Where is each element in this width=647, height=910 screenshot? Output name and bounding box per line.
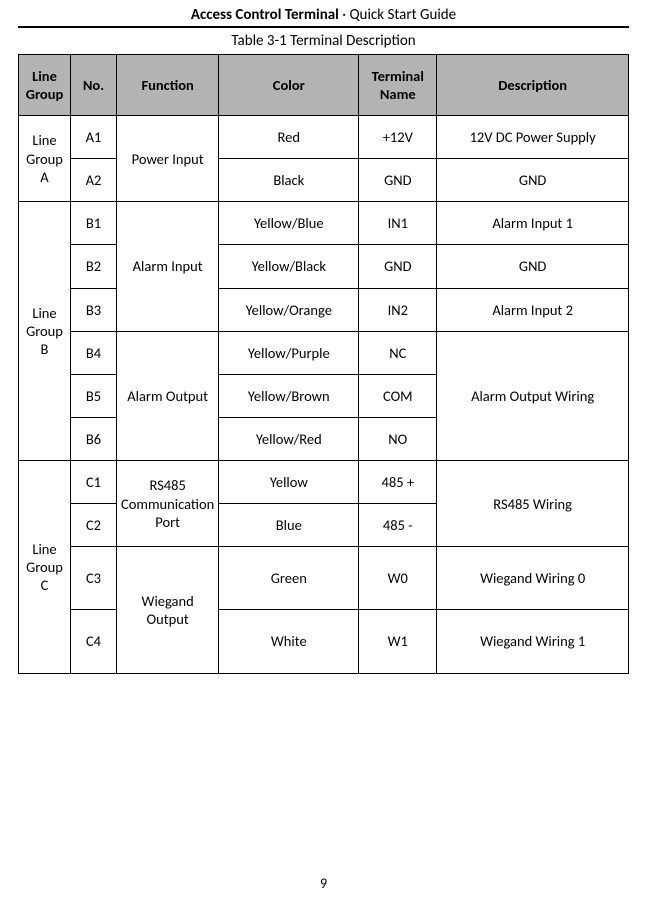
th-color: Color (219, 55, 359, 116)
cell-desc: Alarm Output Wiring (437, 331, 629, 460)
cell-color: Yellow/Red (219, 417, 359, 460)
header-sep: · (342, 6, 346, 24)
cell-color: Yellow (219, 461, 359, 504)
cell-no: B6 (71, 417, 117, 460)
cell-term: IN2 (359, 288, 437, 331)
cell-term: GND (359, 245, 437, 288)
page-header: Access Control Terminal · Quick Start Gu… (18, 6, 629, 28)
table-row: B4 Alarm Output Yellow/Purple NC Alarm O… (19, 331, 629, 374)
table-row: Line Group B B1 Alarm Input Yellow/Blue … (19, 202, 629, 245)
cell-no: A1 (71, 116, 117, 159)
cell-color: Yellow/Purple (219, 331, 359, 374)
cell-no: C4 (71, 610, 117, 673)
cell-desc: GND (437, 159, 629, 202)
table-row: B3 Yellow/Orange IN2 Alarm Input 2 (19, 288, 629, 331)
caption-label: Table 3-1 (231, 32, 286, 50)
cell-color: Red (219, 116, 359, 159)
th-no: No. (71, 55, 117, 116)
cell-func: Wiegand Output (117, 547, 219, 673)
cell-func: Alarm Input (117, 202, 219, 331)
cell-term: IN1 (359, 202, 437, 245)
cell-func: Alarm Output (117, 331, 219, 460)
cell-color: White (219, 610, 359, 673)
header-title-bold: Access Control Terminal (191, 6, 339, 24)
th-line-group: Line Group (19, 55, 71, 116)
cell-no: C2 (71, 504, 117, 547)
cell-no: B5 (71, 374, 117, 417)
cell-desc: Alarm Input 2 (437, 288, 629, 331)
th-function: Function (117, 55, 219, 116)
table-row: B2 Yellow/Black GND GND (19, 245, 629, 288)
page-number: 9 (0, 875, 647, 892)
table-row: C4 White W1 Wiegand Wiring 1 (19, 610, 629, 673)
cell-color: Yellow/Brown (219, 374, 359, 417)
cell-desc: Wiegand Wiring 0 (437, 547, 629, 610)
cell-desc: RS485 Wiring (437, 461, 629, 547)
cell-group-a: Line Group A (19, 116, 71, 202)
cell-term: NC (359, 331, 437, 374)
table-caption: Table 3-1 Terminal Description (18, 32, 629, 50)
cell-term: NO (359, 417, 437, 460)
table-header-row: Line Group No. Function Color Terminal N… (19, 55, 629, 116)
cell-desc: 12V DC Power Supply (437, 116, 629, 159)
cell-term: COM (359, 374, 437, 417)
cell-group-b: Line Group B (19, 202, 71, 461)
th-description: Description (437, 55, 629, 116)
cell-no: C3 (71, 547, 117, 610)
cell-color: Black (219, 159, 359, 202)
table-row: Line Group C C1 RS485 Communication Port… (19, 461, 629, 504)
cell-group-c: Line Group C (19, 461, 71, 674)
table-row: Line Group A A1 Power Input Red +12V 12V… (19, 116, 629, 159)
cell-color: Green (219, 547, 359, 610)
cell-desc: GND (437, 245, 629, 288)
cell-color: Blue (219, 504, 359, 547)
cell-color: Yellow/Blue (219, 202, 359, 245)
cell-no: B4 (71, 331, 117, 374)
cell-no: B1 (71, 202, 117, 245)
cell-no: C1 (71, 461, 117, 504)
cell-term: W1 (359, 610, 437, 673)
cell-term: 485 + (359, 461, 437, 504)
terminal-table: Line Group No. Function Color Terminal N… (18, 54, 629, 674)
cell-no: B3 (71, 288, 117, 331)
cell-term: +12V (359, 116, 437, 159)
cell-no: B2 (71, 245, 117, 288)
caption-text: Terminal Description (290, 32, 416, 50)
table-row: C3 Wiegand Output Green W0 Wiegand Wirin… (19, 547, 629, 610)
table-row: A2 Black GND GND (19, 159, 629, 202)
cell-desc: Alarm Input 1 (437, 202, 629, 245)
cell-desc: Wiegand Wiring 1 (437, 610, 629, 673)
cell-term: GND (359, 159, 437, 202)
header-title-light: Quick Start Guide (349, 6, 456, 24)
cell-color: Yellow/Black (219, 245, 359, 288)
cell-color: Yellow/Orange (219, 288, 359, 331)
cell-term: 485 - (359, 504, 437, 547)
cell-term: W0 (359, 547, 437, 610)
cell-func: RS485 Communication Port (117, 461, 219, 547)
th-terminal-name: Terminal Name (359, 55, 437, 116)
cell-no: A2 (71, 159, 117, 202)
cell-func: Power Input (117, 116, 219, 202)
